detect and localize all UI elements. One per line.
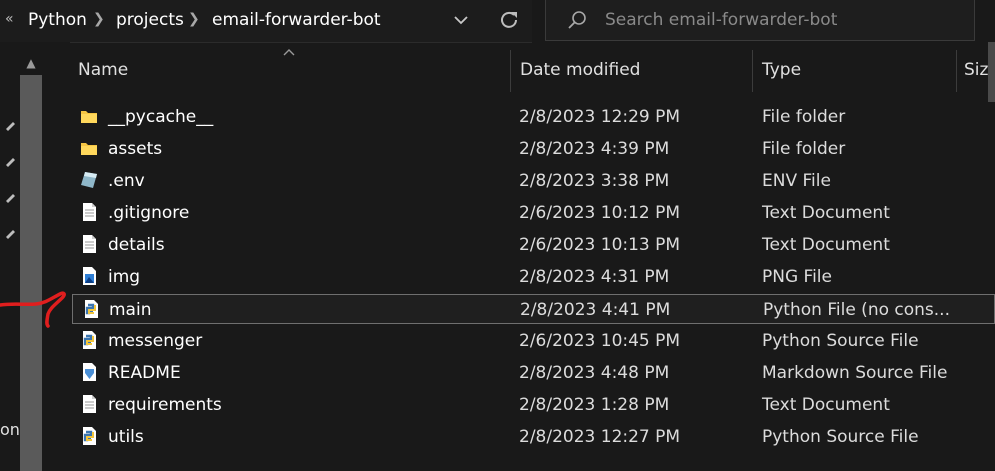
search-input[interactable]: Search email-forwarder-bot [605, 10, 837, 30]
back-chevron-icon[interactable]: « [5, 11, 14, 27]
file-name: requirements [108, 395, 222, 415]
file-date-modified: 2/8/2023 1:28 PM [519, 395, 670, 415]
file-row[interactable]: .env 2/8/2023 3:38 PM ENV File [70, 166, 995, 196]
python-file-icon [79, 425, 99, 447]
file-row[interactable]: main 2/8/2023 4:41 PM Python File (no cons… [72, 294, 995, 324]
text-file-icon [79, 393, 99, 415]
text-file-icon [79, 201, 99, 223]
file-date-modified: 2/6/2023 10:45 PM [519, 331, 681, 351]
file-date-modified: 2/8/2023 12:29 PM [519, 107, 681, 127]
file-date-modified: 2/8/2023 4:31 PM [519, 267, 670, 287]
text-file-icon [79, 233, 99, 255]
folder-icon [79, 105, 99, 127]
file-type: Text Document [762, 235, 890, 255]
search-icon [568, 11, 586, 29]
column-header-date-modified[interactable]: Date modified [520, 60, 640, 80]
file-name: __pycache__ [108, 107, 214, 127]
column-header-size[interactable]: Siz [964, 60, 988, 80]
file-date-modified: 2/8/2023 3:38 PM [519, 171, 670, 191]
refresh-icon[interactable] [498, 9, 520, 31]
file-date-modified: 2/8/2023 4:39 PM [519, 139, 670, 159]
python-file-icon [81, 298, 101, 320]
file-type: Python Source File [762, 331, 919, 351]
nav-item-partial-label[interactable]: on [0, 420, 20, 439]
file-row[interactable]: details 2/6/2023 10:13 PM Text Document [70, 230, 995, 260]
navigation-scrollbar[interactable] [20, 75, 42, 471]
chevron-right-icon: ❯ [188, 11, 200, 27]
file-row[interactable]: __pycache__ 2/8/2023 12:29 PM File folder [70, 102, 995, 132]
file-row[interactable]: README 2/8/2023 4:48 PM Markdown Source Fi… [70, 358, 995, 388]
file-row[interactable]: utils 2/8/2023 12:27 PM Python Source File [70, 422, 995, 452]
file-date-modified: 2/6/2023 10:12 PM [519, 203, 681, 223]
file-date-modified: 2/8/2023 4:48 PM [519, 363, 670, 383]
file-date-modified: 2/8/2023 4:41 PM [520, 300, 671, 320]
file-name: assets [108, 139, 163, 159]
file-row[interactable]: .gitignore 2/6/2023 10:12 PM Text Document [70, 198, 995, 228]
file-name: utils [108, 427, 144, 447]
column-divider[interactable] [752, 50, 753, 92]
file-row[interactable]: requirements 2/8/2023 1:28 PM Text Documen… [70, 390, 995, 420]
file-name: img [108, 267, 141, 287]
file-type: Markdown Source File [762, 363, 948, 383]
image-file-icon [79, 265, 99, 287]
breadcrumb-email-forwarder-bot[interactable]: email-forwarder-bot [212, 10, 381, 30]
chevron-right-icon: ❯ [93, 11, 105, 27]
file-type: Text Document [762, 203, 890, 223]
file-name: .env [108, 171, 145, 191]
file-date-modified: 2/6/2023 10:13 PM [519, 235, 681, 255]
chevron-down-icon[interactable] [453, 14, 469, 26]
breadcrumb-python[interactable]: Python [28, 10, 87, 30]
folder-icon [79, 137, 99, 159]
red-arrow-annotation [0, 291, 66, 328]
file-name: messenger [108, 331, 203, 351]
scroll-up-icon[interactable]: ▲ [20, 52, 42, 74]
file-type: File folder [762, 107, 846, 127]
pin-icons [6, 122, 15, 239]
column-header-name[interactable]: Name [78, 60, 128, 80]
file-row[interactable]: messenger 2/6/2023 10:45 PM Python Source … [70, 326, 995, 356]
column-header-type[interactable]: Type [762, 60, 801, 80]
file-list-scrollbar[interactable] [988, 42, 995, 102]
file-row[interactable]: img 2/8/2023 4:31 PM PNG File [70, 262, 995, 292]
file-row[interactable]: assets 2/8/2023 4:39 PM File folder [70, 134, 995, 164]
file-name: README [108, 363, 181, 383]
python-file-icon [79, 329, 99, 351]
file-type: PNG File [762, 267, 832, 287]
file-type: Python Source File [762, 427, 919, 447]
file-name: main [109, 300, 152, 320]
column-divider[interactable] [956, 50, 957, 92]
markdown-file-icon [79, 361, 99, 383]
file-type: Python File (no cons... [763, 300, 950, 320]
file-name: details [108, 235, 165, 255]
file-type: Text Document [762, 395, 890, 415]
file-type: ENV File [762, 171, 831, 191]
breadcrumb-projects[interactable]: projects [116, 10, 184, 30]
sort-ascending-icon [283, 49, 295, 56]
env-file-icon [79, 169, 99, 191]
file-name: .gitignore [108, 203, 190, 223]
file-type: File folder [762, 139, 846, 159]
file-date-modified: 2/8/2023 12:27 PM [519, 427, 681, 447]
column-divider[interactable] [510, 50, 511, 92]
